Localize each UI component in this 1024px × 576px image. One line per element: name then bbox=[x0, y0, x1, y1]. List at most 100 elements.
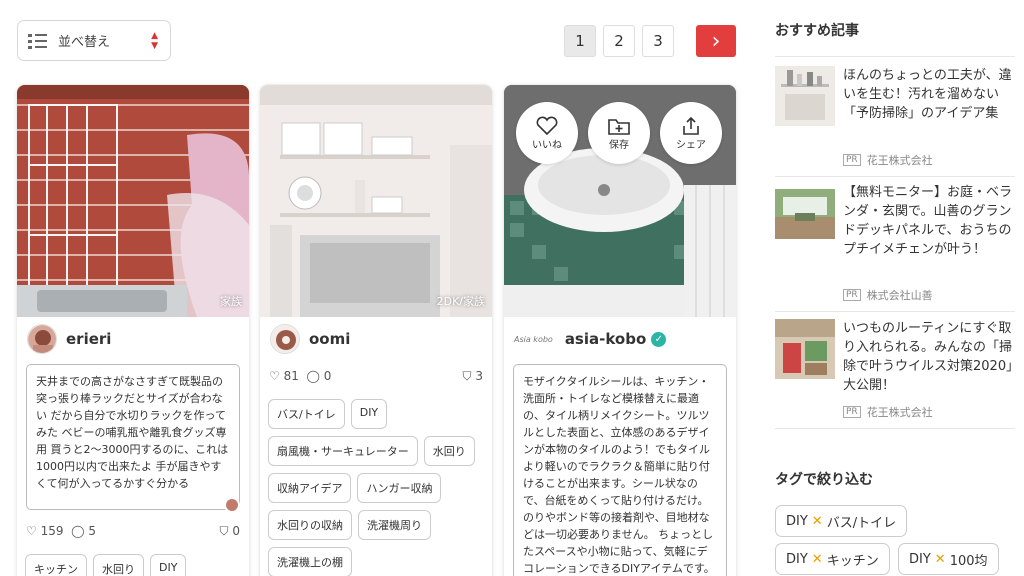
article-title: 【無料モニター】お庭・ベランダ・玄関で。山善のグランドデッキパネルで、おうちのプ… bbox=[843, 185, 1013, 257]
divider bbox=[775, 428, 1015, 429]
stats-row: ♡ 81 ◯ 0 ⛉ 3 bbox=[260, 361, 492, 391]
pr-badge: PR bbox=[843, 289, 861, 301]
divider bbox=[775, 311, 1015, 312]
tag-filter[interactable]: DIY ✕ 100均 bbox=[898, 543, 999, 575]
user-row[interactable]: oomi bbox=[260, 317, 492, 361]
like-label: いいね bbox=[532, 139, 562, 151]
divider bbox=[775, 176, 1015, 177]
tag-list: キッチン 水回り DIY bbox=[17, 546, 249, 576]
username: asia-kobo bbox=[564, 330, 647, 348]
next-page-button[interactable]: › bbox=[696, 25, 736, 57]
article-item[interactable]: 【無料モニター】お庭・ベランダ・玄関で。山善のグランドデッキパネルで、おうちのプ… bbox=[775, 183, 1015, 303]
sponsor-name: 株式会社山善 bbox=[866, 289, 933, 302]
tag[interactable]: 水回り bbox=[423, 436, 475, 466]
kitchen-photo bbox=[17, 85, 249, 317]
tag[interactable]: 洗濯機上の棚 bbox=[268, 547, 352, 576]
recommended-articles-title: おすすめ記事 bbox=[775, 23, 859, 39]
sort-dropdown[interactable]: 並べ替え ▲ ▼ bbox=[17, 20, 171, 61]
tag-filter[interactable]: DIY ✕ キッチン bbox=[775, 543, 890, 575]
user-row[interactable]: Asia kobo asia-kobo ✓ bbox=[504, 317, 736, 361]
page-button-2[interactable]: 2 bbox=[603, 25, 635, 57]
bag-icon: ⛉ bbox=[462, 368, 472, 383]
comment-icon[interactable]: ◯ bbox=[71, 524, 84, 538]
article-thumbnail bbox=[775, 66, 835, 126]
username: oomi bbox=[309, 330, 351, 348]
pr-badge: PR bbox=[843, 406, 861, 418]
tag[interactable]: 水回りの収納 bbox=[268, 510, 352, 540]
tag-filter-title: タグで絞り込む bbox=[775, 472, 873, 488]
photo-card[interactable]: 家族 erieri 天井までの高さがなさすぎて既製品の突っ張り棒ラックだとサイズ… bbox=[17, 85, 249, 576]
article-title: いつものルーティンにすぐ取り入れられる。みんなの「掃除で叶うウイルス対策2020… bbox=[843, 321, 1013, 393]
room-type-label: 2DK/家族 bbox=[436, 295, 485, 308]
heart-icon bbox=[536, 116, 558, 135]
tag-part: 100均 bbox=[949, 553, 988, 569]
laundry-photo bbox=[260, 85, 492, 317]
sort-label: 並べ替え bbox=[58, 35, 111, 50]
divider bbox=[775, 56, 1015, 57]
heart-icon[interactable]: ♡ bbox=[26, 524, 37, 538]
tag[interactable]: 洗濯機周り bbox=[358, 510, 431, 540]
stats-row: ♡ 159 ◯ 5 ⛉ 0 bbox=[17, 516, 249, 546]
sponsor-row: PR 株式会社山善 bbox=[843, 287, 933, 303]
card-photo[interactable]: いいね 保存 シェア bbox=[504, 85, 736, 317]
tag[interactable]: ハンガー収納 bbox=[357, 473, 442, 503]
tag[interactable]: DIY bbox=[350, 399, 388, 429]
avatar-small bbox=[224, 497, 240, 513]
card-photo[interactable]: 2DK/家族 bbox=[260, 85, 492, 317]
card-photo[interactable]: 家族 bbox=[17, 85, 249, 317]
sponsor-row: PR 花王株式会社 bbox=[843, 404, 933, 420]
username: erieri bbox=[66, 330, 112, 348]
save-button[interactable]: 保存 bbox=[588, 102, 650, 164]
user-row[interactable]: erieri bbox=[17, 317, 249, 361]
photo-card[interactable]: いいね 保存 シェア Asia kobo asia-kobo ✓ モザイクタイル… bbox=[504, 85, 736, 576]
tag-list: バス/トイレ DIY 扇風機・サーキュレーター 水回り 収納アイデア ハンガー収… bbox=[260, 391, 492, 576]
sponsor-row: PR 花王株式会社 bbox=[843, 152, 933, 168]
description-text: モザイクタイルシールは、キッチン・洗面所・トイレなど模様替えに最適の、タイル柄リ… bbox=[523, 375, 715, 575]
tag-part: キッチン bbox=[826, 553, 879, 569]
article-item[interactable]: いつものルーティンにすぐ取り入れられる。みんなの「掃除で叶うウイルス対策2020… bbox=[775, 319, 1015, 419]
comment-count: 0 bbox=[323, 369, 332, 383]
tag[interactable]: バス/トイレ bbox=[268, 399, 345, 429]
share-button[interactable]: シェア bbox=[660, 102, 722, 164]
tag-part: バス/トイレ bbox=[826, 515, 897, 531]
photo-card[interactable]: 2DK/家族 oomi ♡ 81 ◯ 0 ⛉ 3 バス/トイレ DIY 扇風機・… bbox=[260, 85, 492, 576]
comment-count: 5 bbox=[88, 524, 97, 538]
tag[interactable]: 収納アイデア bbox=[268, 473, 352, 503]
cross-icon: ✕ bbox=[811, 551, 823, 567]
cross-icon: ✕ bbox=[811, 513, 823, 529]
like-count: 81 bbox=[283, 369, 299, 383]
page-button-3[interactable]: 3 bbox=[642, 25, 674, 57]
avatar bbox=[27, 324, 57, 354]
like-button[interactable]: いいね bbox=[516, 102, 578, 164]
share-icon bbox=[683, 116, 699, 135]
like-count: 159 bbox=[40, 524, 64, 538]
item-count: 0 bbox=[232, 524, 240, 538]
room-type-label: 家族 bbox=[220, 295, 242, 308]
heart-icon[interactable]: ♡ bbox=[269, 369, 280, 383]
tag[interactable]: DIY bbox=[150, 554, 187, 576]
tag-part: DIY bbox=[909, 551, 931, 567]
page: 並べ替え ▲ ▼ 1 2 3 › 家族 erieri 天井までの高さがなさすぎて… bbox=[0, 0, 1024, 576]
tag-part: DIY bbox=[786, 551, 808, 567]
page-button-1[interactable]: 1 bbox=[564, 25, 596, 57]
article-title: ほんのちょっとの工夫が、違いを生む！汚れを溜めない「予防掃除」のアイデア集 bbox=[843, 68, 1012, 121]
article-item[interactable]: ほんのちょっとの工夫が、違いを生む！汚れを溜めない「予防掃除」のアイデア集 PR… bbox=[775, 66, 1015, 170]
tag-part: DIY bbox=[786, 513, 808, 529]
description-text: 天井までの高さがなさすぎて既製品の突っ張り棒ラックだとサイズが合わない だから自… bbox=[36, 375, 229, 490]
tag[interactable]: 水回り bbox=[93, 554, 144, 576]
tag[interactable]: キッチン bbox=[25, 554, 87, 576]
chevron-right-icon: › bbox=[711, 28, 721, 54]
tag-filter[interactable]: DIY ✕ バス/トイレ bbox=[775, 505, 908, 537]
save-label: 保存 bbox=[609, 139, 629, 151]
folder-plus-icon bbox=[608, 118, 630, 135]
comment-icon[interactable]: ◯ bbox=[307, 369, 320, 383]
avatar bbox=[270, 324, 300, 354]
tag[interactable]: 扇風機・サーキュレーター bbox=[268, 436, 418, 466]
pr-badge: PR bbox=[843, 154, 861, 166]
article-thumbnail bbox=[775, 319, 835, 379]
bag-icon: ⛉ bbox=[219, 523, 229, 538]
verified-badge-icon: ✓ bbox=[651, 331, 667, 347]
sponsor-name: 花王株式会社 bbox=[866, 406, 933, 419]
share-label: シェア bbox=[676, 139, 706, 151]
sponsor-name: 花王株式会社 bbox=[866, 154, 933, 167]
